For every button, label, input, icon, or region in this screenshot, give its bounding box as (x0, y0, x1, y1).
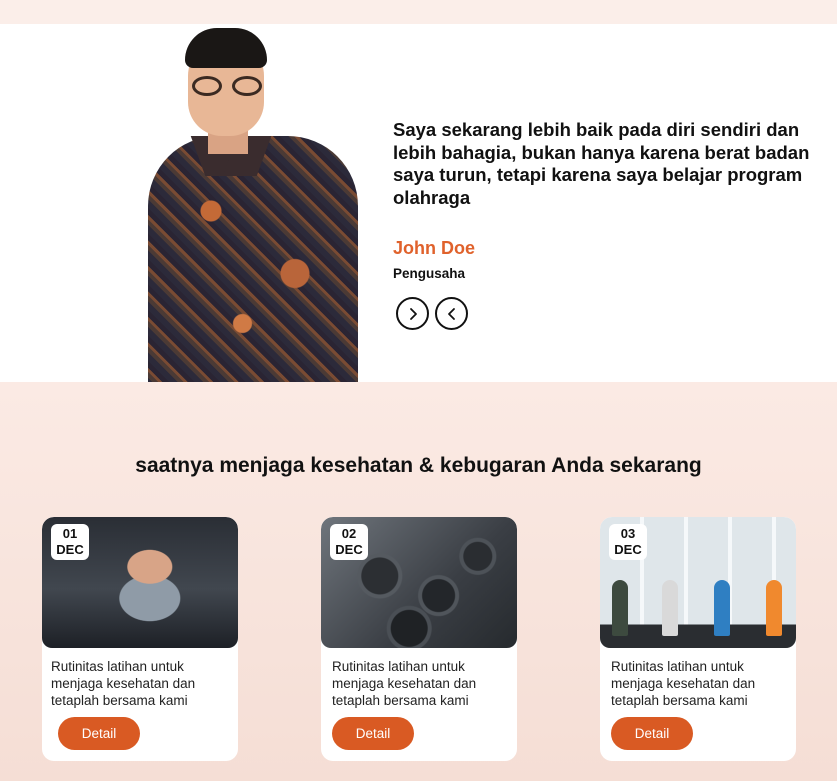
chevron-left-icon (447, 307, 455, 320)
date-month: DEC (56, 542, 84, 557)
card-description: Rutinitas latihan untuk menjaga kesehata… (51, 659, 196, 708)
testimonial-section: Saya sekarang lebih baik pada diri sendi… (0, 24, 837, 382)
next-testimonial-button[interactable] (396, 297, 429, 330)
detail-button[interactable]: Detail (332, 717, 414, 750)
top-strip (0, 0, 837, 24)
article-card: 01 DEC Rutinitas latihan untuk menjaga k… (42, 517, 238, 761)
previous-testimonial-button[interactable] (435, 297, 468, 330)
date-month: DEC (335, 542, 363, 557)
author-name: John Doe (393, 238, 476, 258)
detail-button[interactable]: Detail (58, 717, 140, 750)
testimonial-portrait (140, 24, 365, 382)
date-badge: 01 DEC (51, 524, 89, 560)
chevron-right-icon (409, 307, 417, 320)
card-description: Rutinitas latihan untuk menjaga kesehata… (332, 659, 477, 708)
date-badge: 02 DEC (330, 524, 368, 560)
articles-section: saatnya menjaga kesehatan & kebugaran An… (0, 382, 837, 781)
date-month: DEC (614, 542, 642, 557)
testimonial-quote: Saya sekarang lebih baik pada diri sendi… (393, 119, 810, 208)
section-title: saatnya menjaga kesehatan & kebugaran An… (135, 454, 702, 477)
article-card: 02 DEC Rutinitas latihan untuk menjaga k… (321, 517, 517, 761)
detail-button[interactable]: Detail (611, 717, 693, 750)
date-day: 01 (62, 526, 78, 541)
date-day: 02 (341, 526, 357, 541)
author-role: Pengusaha (393, 266, 466, 281)
date-badge: 03 DEC (609, 524, 647, 560)
card-description: Rutinitas latihan untuk menjaga kesehata… (611, 659, 756, 708)
date-day: 03 (620, 526, 636, 541)
article-card: 03 DEC Rutinitas latihan untuk menjaga k… (600, 517, 796, 761)
